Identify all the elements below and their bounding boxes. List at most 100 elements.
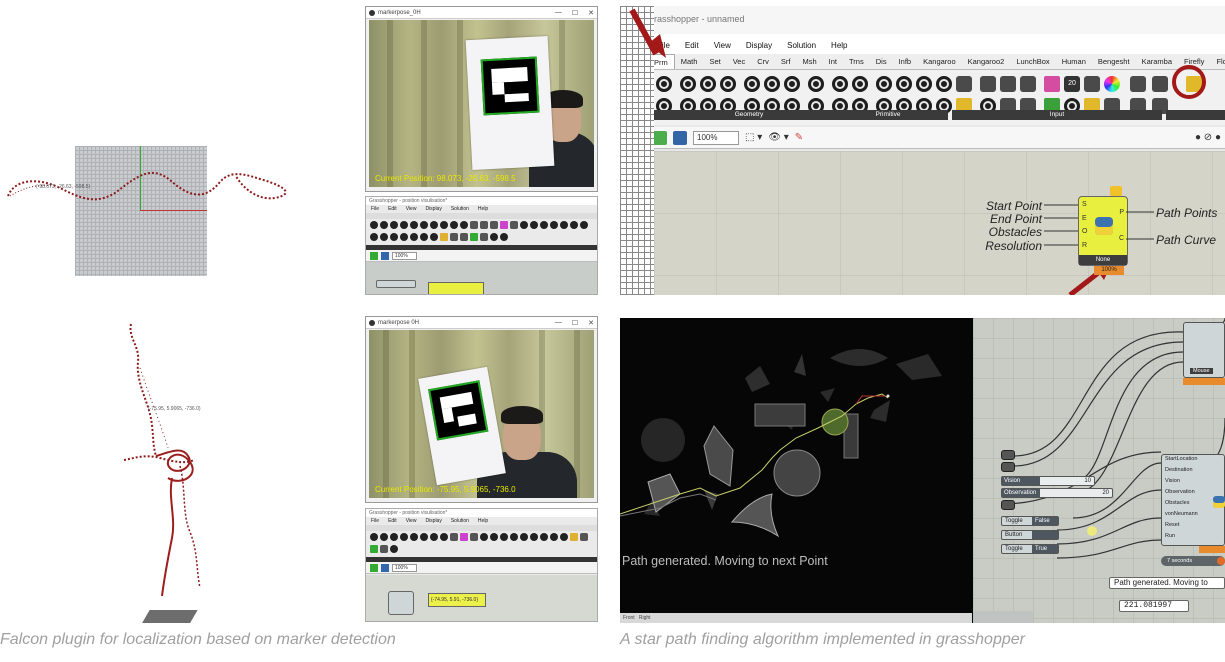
slider-value: 10 [1084,478,1091,484]
component-timer: 100% [1094,266,1124,275]
zoom-select[interactable]: 100% [392,251,417,260]
toggle-label: Toggle [1005,518,1023,524]
person-hair [501,406,543,424]
panel-output[interactable]: {-74.95, 5.91, -736.0} [428,593,486,607]
window-titlebar[interactable]: markerpose 0H — ☐ ✕ [366,317,597,329]
run-toggle[interactable]: Toggle False [1001,516,1059,526]
python-icon [1213,496,1225,508]
menu-edit[interactable]: Edit [388,517,397,525]
open-icon[interactable] [370,251,378,260]
maximize-button[interactable]: ☐ [572,9,578,17]
menu-file[interactable]: File [371,205,379,213]
window-title: markerpose_0H [378,9,421,16]
button-value [1032,531,1058,539]
node-input-run[interactable]: Run [1165,533,1175,539]
webcam-window-bottom[interactable]: markerpose 0H — ☐ ✕ Current Position: -7… [365,316,598,503]
observation-slider[interactable]: Observation 20 [1001,488,1113,498]
menu-view[interactable]: View [406,517,417,525]
menu-edit[interactable]: Edit [388,205,397,213]
rhino-viewport-astar[interactable]: Path generated. Moving to next Point [620,318,972,613]
minimize-button[interactable]: — [555,9,562,17]
window-title: markerpose 0H [378,319,420,326]
grasshopper-window-small-bottom[interactable]: Grasshopper - position visulisation* Fil… [365,508,598,622]
menu-solution[interactable]: Solution [451,205,469,213]
status-message: Path generated. Moving to next Point [622,554,828,568]
menu-view[interactable]: View [406,205,417,213]
open-icon[interactable] [370,563,378,572]
tab-front[interactable]: Front [623,615,635,621]
geometry-param-icon[interactable] [1001,500,1015,510]
menu-solution[interactable]: Solution [451,517,469,525]
astar-pathfinding-component[interactable]: S E O R P C None [1078,196,1128,266]
menu-display[interactable]: Display [425,517,441,525]
canvas-widget-bar[interactable] [973,611,1033,623]
node-input-observation[interactable]: Observation [1165,489,1195,495]
maximize-button[interactable]: ☐ [572,319,578,327]
reset-button[interactable]: Button [1001,530,1059,540]
node-input-destination[interactable]: Destination [1165,467,1193,473]
canvas-toolbar: 100% [366,562,597,574]
menu-help[interactable]: Help [478,517,488,525]
input-label-end-point: End Point [989,212,1042,226]
grasshopper-canvas[interactable] [366,262,597,294]
grasshopper-window-large[interactable]: Grasshopper - unnamed File Edit View Dis… [620,6,1225,295]
node-input-vonneumann[interactable]: vonNeumann [1165,511,1198,517]
obstacle-field [620,349,942,538]
app-icon [369,9,375,16]
rhino-viewport-bottom[interactable]: (-75.95, 5.9065, -736.0) [0,318,300,623]
node-input-obstacles[interactable]: Obstacles [1165,500,1189,506]
marker-trajectory-path [123,323,201,597]
pin-o[interactable]: O [1082,228,1087,235]
camera-feed: Current Position: -75.95, 5.9065, -736.0 [369,330,594,498]
astar-demo[interactable]: Path generated. Moving to next Point Fro… [620,318,1225,623]
grasshopper-canvas[interactable]: {-74.95, 5.91, -736.0} [366,575,597,621]
slider-label: Vision [1002,477,1040,485]
timer-arrow-icon[interactable] [1217,557,1225,565]
message-panel[interactable]: Path generated. Moving to [1109,577,1225,589]
node-input-vision[interactable]: Vision [1165,478,1180,484]
timer-pill[interactable]: 7 seconds [1161,556,1225,566]
slider-value: 20 [1102,490,1109,496]
grasshopper-canvas-astar[interactable]: Mouse Vision 10 Observation 20 Toggle Fa… [973,318,1225,623]
arrows-overlay [629,8,1206,295]
grasshopper-window-small-top[interactable]: Grasshopper - position visulisation* Fil… [365,196,598,295]
menu-help[interactable]: Help [478,205,488,213]
input-label-obstacles: Obstacles [988,225,1042,239]
slider-label: Observation [1002,489,1040,497]
window-title: Grasshopper - position visulisation* [366,509,597,517]
pin-e[interactable]: E [1082,215,1087,222]
component-ribbon[interactable] [366,531,597,557]
python-icon [1095,217,1113,235]
component-name: None [1079,255,1127,265]
minimize-button[interactable]: — [555,319,562,327]
highlight-circle [1172,65,1206,99]
pin-p[interactable]: P [1119,209,1124,216]
webcam-window-top[interactable]: markerpose_0H — ☐ ✕ Current Position: 98… [365,6,598,192]
pin-s[interactable]: S [1082,201,1087,208]
output-label-path-curve: Path Curve [1156,233,1217,247]
node-input-reset[interactable]: Reset [1165,522,1179,528]
menu-file[interactable]: File [371,517,379,525]
vonneumann-toggle[interactable]: Toggle True [1001,544,1059,554]
close-button[interactable]: ✕ [588,319,594,327]
node-input-startlocation[interactable]: StartLocation [1165,456,1197,462]
app-icon [369,319,375,326]
pin-r[interactable]: R [1082,242,1087,249]
tab-right[interactable]: Right [639,615,651,621]
vision-slider[interactable]: Vision 10 [1001,476,1095,486]
save-icon[interactable] [381,563,389,572]
close-button[interactable]: ✕ [588,9,594,17]
zoom-select[interactable]: 100% [392,563,417,572]
aruco-marker [480,56,540,116]
cursor-highlight [1087,526,1097,536]
point-param-icon[interactable] [1001,450,1015,460]
point-param-icon[interactable] [1001,462,1015,472]
aruco-marker [428,380,489,441]
number-panel[interactable]: 221.081997 [1119,600,1189,612]
save-icon[interactable] [381,251,389,260]
rhino-viewport-top[interactable]: (-98.073, -26.63, -598.5) [0,60,300,290]
pin-c[interactable]: C [1119,235,1124,242]
component-ribbon[interactable] [366,219,597,245]
window-titlebar[interactable]: markerpose_0H — ☐ ✕ [366,7,597,19]
menu-display[interactable]: Display [425,205,441,213]
